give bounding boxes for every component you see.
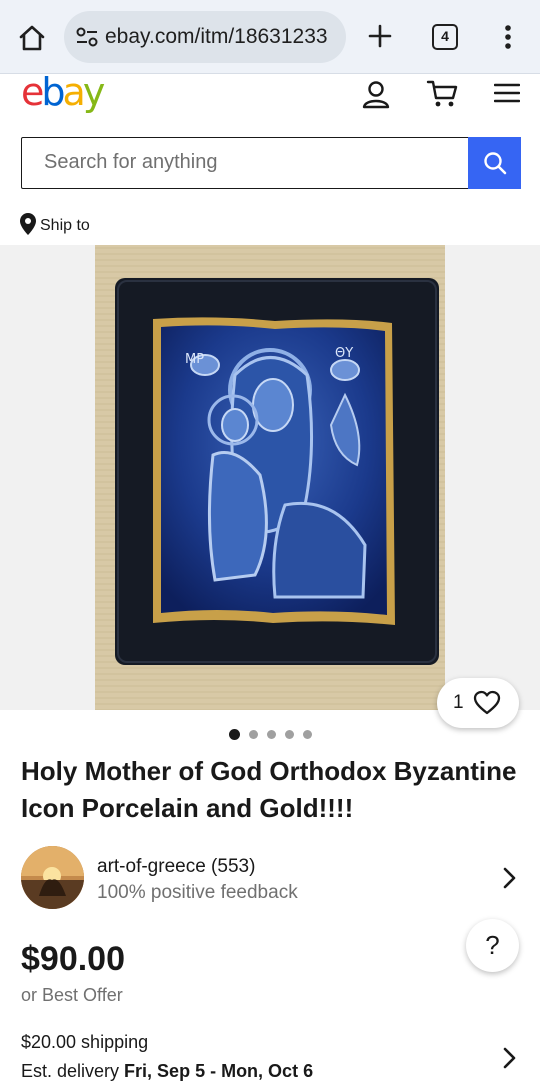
delivery-prefix: Est. delivery <box>21 1061 125 1081</box>
pagination-dot[interactable] <box>249 729 258 739</box>
seller-card[interactable]: art-of-greece (553) 100% positive feedba… <box>21 846 521 910</box>
ship-to-label: Ship to <box>40 217 90 234</box>
home-icon[interactable] <box>14 20 50 56</box>
plus-icon[interactable] <box>364 20 396 52</box>
browser-toolbar: ebay.com/itm/18631233 4 <box>0 0 540 74</box>
watch-count: 1 <box>453 692 464 713</box>
item-price: $90.00 <box>21 940 125 978</box>
pagination-dot[interactable] <box>303 729 312 739</box>
ebay-logo[interactable]: ebay <box>21 70 105 114</box>
icon-inscription-left: ΜΡ <box>185 352 204 367</box>
pagination-dot[interactable] <box>285 729 294 739</box>
chevron-right-icon[interactable] <box>499 1046 519 1070</box>
search-input[interactable] <box>22 138 468 187</box>
product-photo[interactable]: ΜΡ ΘΥ <box>95 245 445 710</box>
icon-artwork-image: ΜΡ ΘΥ <box>95 245 445 710</box>
watch-button[interactable]: 1 <box>437 678 519 728</box>
listing-title: Holy Mother of God Orthodox Byzantine Ic… <box>21 756 517 823</box>
chevron-right-icon[interactable] <box>499 866 519 890</box>
seller-feedback: 100% positive feedback <box>97 882 298 903</box>
pagination-dot[interactable] <box>267 729 276 739</box>
icon-inscription-right: ΘΥ <box>335 346 353 361</box>
address-bar[interactable]: ebay.com/itm/18631233 <box>64 11 346 63</box>
seller-avatar <box>21 846 84 909</box>
logo-letter-a: a <box>62 70 86 114</box>
heart-icon <box>473 690 501 715</box>
pagination-dot-active[interactable] <box>229 728 240 740</box>
more-vert-icon[interactable] <box>496 20 520 54</box>
user-icon[interactable] <box>360 78 392 110</box>
search-icon <box>484 152 507 175</box>
image-gallery[interactable]: ΜΡ ΘΥ 1 <box>0 245 540 728</box>
delivery-dates: Fri, Sep 5 - Mon, Oct 6 <box>124 1061 314 1081</box>
search-bar <box>21 137 521 189</box>
tab-count: 4 <box>441 28 449 44</box>
menu-icon[interactable] <box>494 82 520 104</box>
logo-letter-b: b <box>41 70 65 114</box>
logo-letter-e: e <box>21 70 44 114</box>
delivery-estimate: Est. delivery Fri, Sep 5 - Mon, Oct 6 <box>21 1061 313 1082</box>
help-button[interactable]: ? <box>466 919 519 972</box>
shipping-cost: $20.00 shipping <box>21 1032 149 1052</box>
seller-name[interactable]: art-of-greece (553) <box>97 856 255 878</box>
location-pin-icon <box>20 213 36 235</box>
best-offer-text: or Best Offer <box>21 985 123 1005</box>
tabs-icon[interactable]: 4 <box>432 24 458 50</box>
help-label: ? <box>485 930 500 960</box>
url-text[interactable]: ebay.com/itm/18631233 <box>105 25 337 49</box>
cart-icon[interactable] <box>426 78 460 110</box>
site-settings-icon[interactable] <box>74 24 100 50</box>
logo-letter-y: y <box>82 70 105 114</box>
search-button[interactable] <box>468 137 521 189</box>
gallery-pagination <box>229 728 312 740</box>
